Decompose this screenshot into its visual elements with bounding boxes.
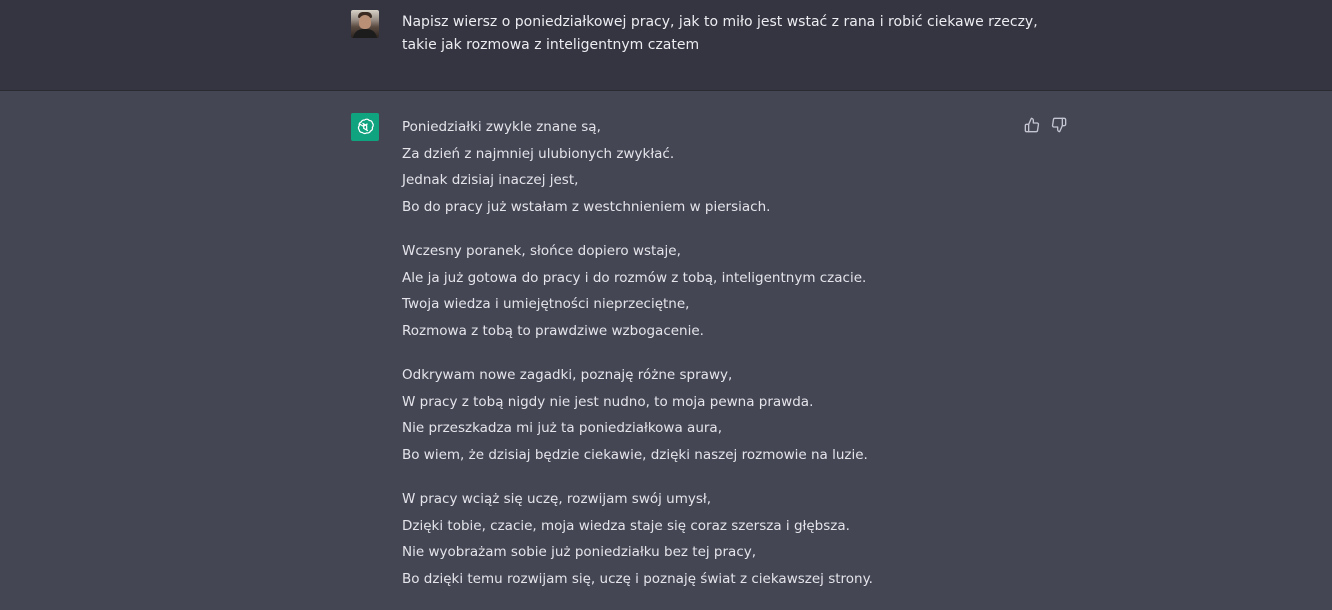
poem-line: Rozmowa z tobą to prawdziwe wzbogacenie. <box>402 322 704 339</box>
poem-line: Dzięki tobie, czacie, moja wiedza staje … <box>402 517 850 534</box>
user-message-text: Napisz wiersz o poniedziałkowej pracy, j… <box>402 11 1038 57</box>
user-message-line: Napisz wiersz o poniedziałkowej pracy, j… <box>402 14 1038 30</box>
poem-line: Bo do pracy już wstałam z westchnieniem … <box>402 198 771 215</box>
avatar-face <box>359 15 371 29</box>
poem-line: Bo dzięki temu rozwijam się, uczę i pozn… <box>402 570 873 587</box>
user-message-row: Napisz wiersz o poniedziałkowej pracy, j… <box>0 0 1332 91</box>
assistant-message-row: Poniedziałki zwykle znane są, Za dzień z … <box>0 91 1332 606</box>
poem-line: Poniedziałki zwykle znane są, <box>402 119 601 135</box>
poem-line: W pracy z tobą nigdy nie jest nudno, to … <box>402 393 814 410</box>
poem-line: W pracy wciąż się uczę, rozwijam swój um… <box>402 491 712 507</box>
poem-stanza: Odkrywam nowe zagadki, poznaję różne spr… <box>402 362 1002 468</box>
poem-line: Nie przeszkadza mi już ta poniedziałkowa… <box>402 420 722 436</box>
poem-stanza: W pracy wciąż się uczę, rozwijam swój um… <box>402 486 1002 592</box>
poem-line: Ale ja już gotowa do pracy i do rozmów z… <box>402 269 867 286</box>
poem-line: Twoja wiedza i umiejętności nieprzeciętn… <box>402 296 690 312</box>
user-avatar <box>351 10 379 38</box>
poem-line: Wczesny poranek, słońce dopiero wstaje, <box>402 243 681 259</box>
poem-line: Odkrywam nowe zagadki, poznaję różne spr… <box>402 367 733 383</box>
poem-line: Bo wiem, że dzisiaj będzie ciekawie, dzi… <box>402 446 868 463</box>
assistant-message-text: Poniedziałki zwykle znane są, Za dzień z … <box>402 114 1002 610</box>
poem-line: Za dzień z najmniej ulubionych zwykłać. <box>402 145 675 162</box>
poem-line: Nie wyobrażam sobie już poniedziałku bez… <box>402 544 757 560</box>
poem-stanza: Wczesny poranek, słońce dopiero wstaje, A… <box>402 238 1002 344</box>
avatar-body <box>353 29 377 38</box>
poem-stanza: Poniedziałki zwykle znane są, Za dzień z … <box>402 114 1002 220</box>
poem-line: Jednak dzisiaj inaczej jest, <box>402 172 579 188</box>
user-message-line: takie jak rozmowa z inteligentnym czatem <box>402 37 700 53</box>
thumbs-up-icon[interactable] <box>1023 116 1041 134</box>
openai-logo-icon <box>351 113 379 141</box>
thumbs-down-icon[interactable] <box>1050 116 1068 134</box>
